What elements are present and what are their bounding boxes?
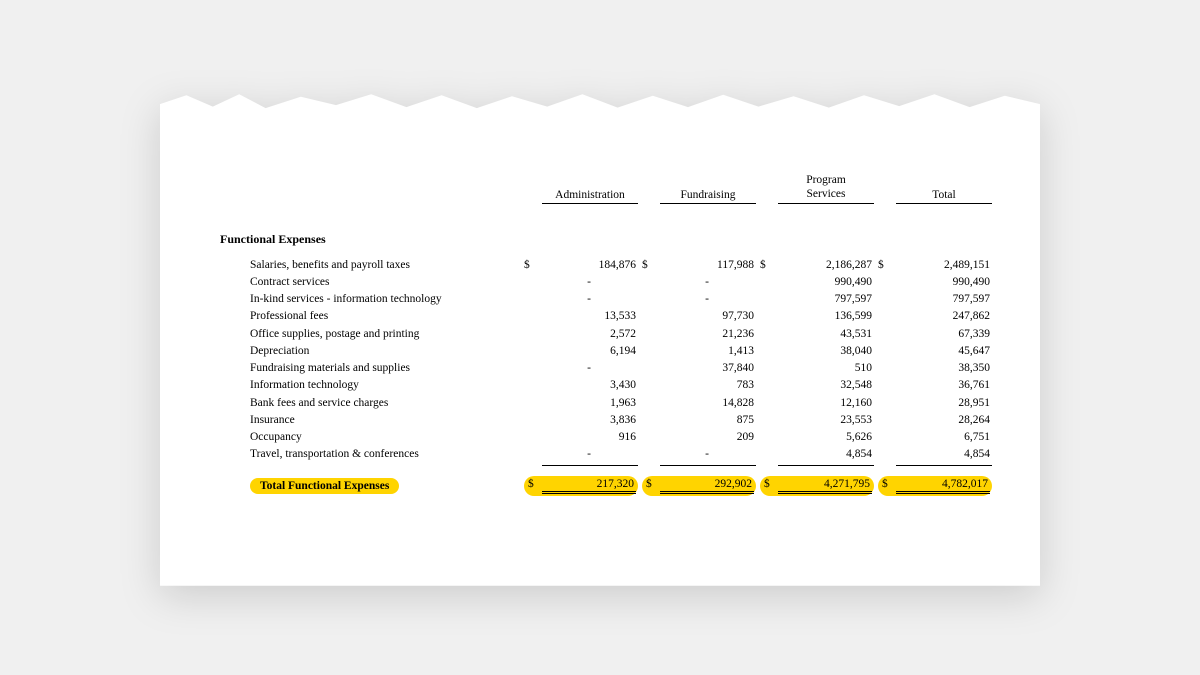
cell-value: 67,339 — [896, 326, 992, 343]
cell-value: 4,854 — [896, 446, 992, 465]
cell-value: 916 — [542, 429, 638, 446]
cell-value: 6,194 — [542, 343, 638, 360]
row-label: Depreciation — [220, 343, 520, 360]
cell-value: 32,548 — [778, 377, 874, 394]
table-row: Fundraising materials and supplies - 37,84… — [220, 360, 980, 377]
table-row: Professional fees13,53397,730136,599247,… — [220, 308, 980, 325]
cell-value: 21,236 — [660, 326, 756, 343]
cell-value: - — [660, 274, 756, 291]
table-row: In-kind services - information technolog… — [220, 291, 980, 308]
cell-value: 6,751 — [896, 429, 992, 446]
functional-expenses-table: Administration Fundraising Program Servi… — [220, 174, 980, 495]
table-row: Depreciation6,1941,41338,04045,647 — [220, 343, 980, 360]
table-row: Office supplies, postage and printing 2,5… — [220, 326, 980, 343]
currency-symbol: $ — [642, 257, 656, 274]
cell-value: 28,951 — [896, 395, 992, 412]
col-header-fundraising: Fundraising — [660, 189, 756, 204]
cell-value: 5,626 — [778, 429, 874, 446]
cell-value: 4,854 — [778, 446, 874, 465]
row-label: Insurance — [220, 412, 520, 429]
section-title: Functional Expenses — [220, 232, 980, 247]
cell-value: 13,533 — [542, 308, 638, 325]
cell-value: 184,876 — [542, 257, 638, 274]
row-label: Fundraising materials and supplies — [220, 360, 520, 377]
row-label: Bank fees and service charges — [220, 395, 520, 412]
cell-value: 38,040 — [778, 343, 874, 360]
row-label: Contract services — [220, 274, 520, 291]
cell-value: 990,490 — [778, 274, 874, 291]
cell-value: 2,186,287 — [778, 257, 874, 274]
cell-value: 97,730 — [660, 308, 756, 325]
cell-value: 3,836 — [542, 412, 638, 429]
cell-value: 37,840 — [660, 360, 756, 377]
total-program-services: $ 4,271,795 — [760, 476, 874, 496]
table-row: Contract services--990,490990,490 — [220, 274, 980, 291]
row-label: Occupancy — [220, 429, 520, 446]
table-row: Occupancy9162095,6266,751 — [220, 429, 980, 446]
total-label: Total Functional Expenses — [220, 478, 520, 494]
row-label: Travel, transportation & conferences — [220, 446, 520, 463]
currency-symbol: $ — [524, 257, 538, 274]
row-label: Office supplies, postage and printing — [220, 326, 520, 343]
cell-value: - — [660, 446, 756, 465]
cell-value: 117,988 — [660, 257, 756, 274]
table-row: Insurance3,83687523,55328,264 — [220, 412, 980, 429]
cell-value: 23,553 — [778, 412, 874, 429]
cell-value: 136,599 — [778, 308, 874, 325]
table-header-row: Administration Fundraising Program Servi… — [220, 174, 980, 203]
row-label: Information technology — [220, 377, 520, 394]
table-row: Information technology3,43078332,54836,7… — [220, 377, 980, 394]
cell-value: 1,963 — [542, 395, 638, 412]
col-header-total: Total — [896, 189, 992, 204]
cell-value: 38,350 — [896, 360, 992, 377]
cell-value: 36,761 — [896, 377, 992, 394]
currency-symbol: $ — [878, 257, 892, 274]
cell-value: 783 — [660, 377, 756, 394]
row-label: In-kind services - information technolog… — [220, 291, 520, 308]
cell-value: 45,647 — [896, 343, 992, 360]
col-header-program-services: Program Services — [778, 174, 874, 203]
document-paper: Administration Fundraising Program Servi… — [160, 89, 1040, 585]
cell-value: 2,572 — [542, 326, 638, 343]
row-label: Professional fees — [220, 308, 520, 325]
table-row: Salaries, benefits and payroll taxes$184… — [220, 257, 980, 274]
currency-symbol: $ — [760, 257, 774, 274]
table-row: Travel, transportation & conferences - - 4,… — [220, 446, 980, 465]
cell-value: 28,264 — [896, 412, 992, 429]
cell-value: 209 — [660, 429, 756, 446]
cell-value: 797,597 — [896, 291, 992, 308]
cell-value: 3,430 — [542, 377, 638, 394]
cell-value: 2,489,151 — [896, 257, 992, 274]
cell-value: 990,490 — [896, 274, 992, 291]
cell-value: - — [542, 291, 638, 308]
cell-value: 510 — [778, 360, 874, 377]
col-header-administration: Administration — [542, 189, 638, 204]
cell-value: - — [660, 291, 756, 308]
cell-value: - — [542, 274, 638, 291]
cell-value: 247,862 — [896, 308, 992, 325]
cell-value: 875 — [660, 412, 756, 429]
total-total: $ 4,782,017 — [878, 476, 992, 496]
row-label: Salaries, benefits and payroll taxes — [220, 257, 520, 274]
cell-value: 14,828 — [660, 395, 756, 412]
cell-value: 1,413 — [660, 343, 756, 360]
cell-value: 797,597 — [778, 291, 874, 308]
table-row: Bank fees and service charges 1,963 14,828… — [220, 395, 980, 412]
cell-value: - — [542, 446, 638, 465]
total-admin: $ 217,320 — [524, 476, 638, 496]
cell-value: - — [542, 360, 638, 377]
total-row: Total Functional Expenses $ 217,320 $ 29… — [220, 476, 980, 496]
cell-value: 43,531 — [778, 326, 874, 343]
cell-value: 12,160 — [778, 395, 874, 412]
total-fundraising: $ 292,902 — [642, 476, 756, 496]
